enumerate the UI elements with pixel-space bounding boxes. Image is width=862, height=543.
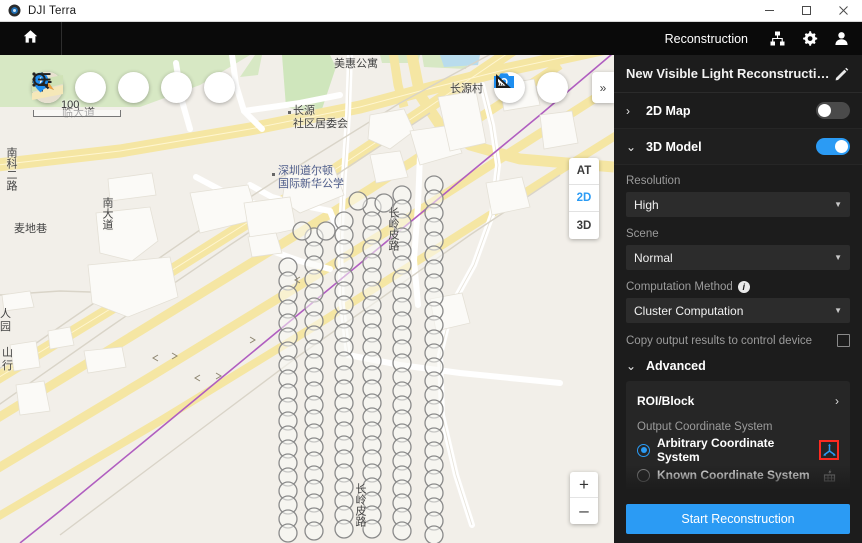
- chevron-down-icon: ▼: [834, 306, 842, 315]
- user-account-icon[interactable]: [832, 30, 850, 48]
- section-2d-map-label: 2D Map: [646, 103, 691, 118]
- radio-arbitrary-coordinate-system[interactable]: Arbitrary Coordinate System: [637, 436, 839, 464]
- section-advanced[interactable]: ⌄ Advanced: [626, 359, 850, 373]
- locate-me-icon[interactable]: [32, 72, 106, 103]
- radio-label: Known Coordinate System: [657, 468, 810, 482]
- map-label: 长岭皮路: [354, 483, 366, 527]
- map-canvas[interactable]: 临大道 南科二路 麦地巷 人 园 山 行 美惠公寓 长源村 长源 社区居委会 深…: [0, 55, 614, 543]
- section-3d-model-label: 3D Model: [646, 139, 702, 154]
- map-label: 麦地巷: [14, 223, 47, 235]
- map-label: 人 园: [0, 308, 11, 333]
- start-reconstruction-button[interactable]: Start Reconstruction: [626, 504, 850, 534]
- app-brand: DJI Terra: [0, 4, 76, 17]
- section-2d-map[interactable]: › 2D Map: [614, 93, 862, 129]
- maximize-button[interactable]: [788, 0, 825, 22]
- window-controls: [751, 0, 862, 22]
- map-label: 长源 社区居委会: [293, 105, 348, 130]
- chevron-down-icon: ⌄: [626, 359, 637, 373]
- scalebar-bar: [33, 110, 121, 117]
- dji-terra-window: DJI Terra Reconstruction 南科二路 麦地巷 人 园 山 …: [0, 0, 862, 543]
- view-mode-2d[interactable]: 2D: [569, 185, 599, 212]
- map-toolbar-left: [32, 72, 235, 103]
- toggle-knob: [835, 140, 848, 153]
- chevron-down-icon: ▼: [834, 253, 842, 262]
- pencil-edit-icon[interactable]: [834, 66, 850, 82]
- resolution-select[interactable]: High ▼: [626, 192, 850, 217]
- cluster-network-icon[interactable]: [768, 30, 786, 48]
- roi-block-row[interactable]: ROI/Block ›: [637, 390, 839, 412]
- measure-ruler-icon[interactable]: [496, 72, 568, 103]
- view-mode-3d[interactable]: 3D: [569, 212, 599, 239]
- poi-dot: [288, 111, 291, 114]
- computation-method-value: Cluster Computation: [634, 303, 744, 318]
- info-icon[interactable]: i: [737, 281, 750, 293]
- section-title: Reconstruction: [664, 31, 748, 46]
- map-zoom-controls: + –: [570, 472, 598, 524]
- copy-output-checkbox[interactable]: [837, 334, 850, 347]
- radio-label: Arbitrary Coordinate System: [657, 436, 775, 464]
- computation-method-select[interactable]: Cluster Computation ▼: [626, 298, 850, 323]
- view-mode-at[interactable]: AT: [569, 158, 599, 185]
- poi-dot: [272, 173, 275, 176]
- chevron-right-icon: ›: [626, 103, 630, 118]
- radio-button[interactable]: [637, 468, 650, 482]
- chevron-down-icon: ⌄: [626, 139, 637, 154]
- chevron-right-icon: ›: [835, 394, 839, 408]
- top-navigation-bar: Reconstruction: [0, 22, 862, 55]
- panel-body: Resolution High ▼ Scene Normal ▼ Computa…: [614, 165, 862, 521]
- close-button[interactable]: [825, 0, 862, 22]
- map-label: 深圳道尔顿 国际新华公学: [278, 165, 344, 190]
- panel-header: New Visible Light Reconstructio...: [614, 55, 862, 93]
- dji-terra-logo-icon: [8, 4, 21, 17]
- computation-method-text: Computation Method: [626, 281, 733, 293]
- resolution-label: Resolution: [626, 175, 681, 187]
- home-button[interactable]: [0, 22, 62, 55]
- panel-footer: Start Reconstruction: [614, 495, 862, 543]
- toggle-3d-model[interactable]: [816, 138, 850, 155]
- coordinate-axes-icon[interactable]: [819, 440, 839, 460]
- panel-title: New Visible Light Reconstructio...: [626, 66, 834, 81]
- app-title: DJI Terra: [28, 4, 77, 17]
- scene-value: Normal: [634, 250, 673, 265]
- radio-button[interactable]: [637, 443, 650, 457]
- section-advanced-label: Advanced: [646, 359, 706, 373]
- gear-icon[interactable]: [800, 30, 818, 48]
- computation-method-label: Computation Method i: [626, 281, 850, 293]
- expand-toolbar-chevron-right-icon[interactable]: »: [592, 72, 614, 103]
- map-label: 南大道: [101, 197, 113, 230]
- home-icon: [22, 28, 39, 50]
- radio-known-coordinate-system[interactable]: Known Coordinate System: [637, 464, 839, 486]
- zoom-in-button[interactable]: +: [570, 472, 598, 498]
- toggle-2d-map[interactable]: [816, 102, 850, 119]
- map-pin-icon[interactable]: [32, 72, 149, 103]
- coordinate-map-grid-icon[interactable]: [819, 465, 839, 485]
- scene-label: Scene: [626, 228, 659, 240]
- roi-block-label: ROI/Block: [637, 394, 695, 408]
- map-label: 山 行: [2, 347, 13, 372]
- map-toolbar-right: [494, 72, 568, 103]
- topnav-actions: Reconstruction: [665, 30, 862, 48]
- search-icon[interactable]: [33, 72, 235, 103]
- copy-output-row[interactable]: Copy output results to control device: [626, 334, 850, 347]
- map-label: 南科二路: [5, 147, 17, 191]
- minimize-button[interactable]: [751, 0, 788, 22]
- window-titlebar: DJI Terra: [0, 0, 862, 22]
- map-label: 美惠公寓: [334, 58, 378, 70]
- view-mode-toggle: AT 2D 3D: [569, 158, 599, 239]
- map-scalebar: 100: [33, 99, 121, 117]
- copy-output-label: Copy output results to control device: [626, 334, 813, 347]
- chevron-down-icon: ▼: [834, 200, 842, 209]
- zoom-out-button[interactable]: –: [570, 498, 598, 524]
- list-icon[interactable]: [32, 72, 192, 103]
- scene-select[interactable]: Normal ▼: [626, 245, 850, 270]
- reconstruction-settings-panel: New Visible Light Reconstructio... › 2D …: [614, 55, 862, 543]
- resolution-value: High: [634, 197, 659, 212]
- section-3d-model[interactable]: ⌄ 3D Model: [614, 129, 862, 165]
- map-label: 长源村: [450, 83, 483, 95]
- toggle-knob: [818, 104, 831, 117]
- output-coordinate-system-label: Output Coordinate System: [637, 421, 773, 433]
- map-label: 长岭皮路: [387, 207, 399, 251]
